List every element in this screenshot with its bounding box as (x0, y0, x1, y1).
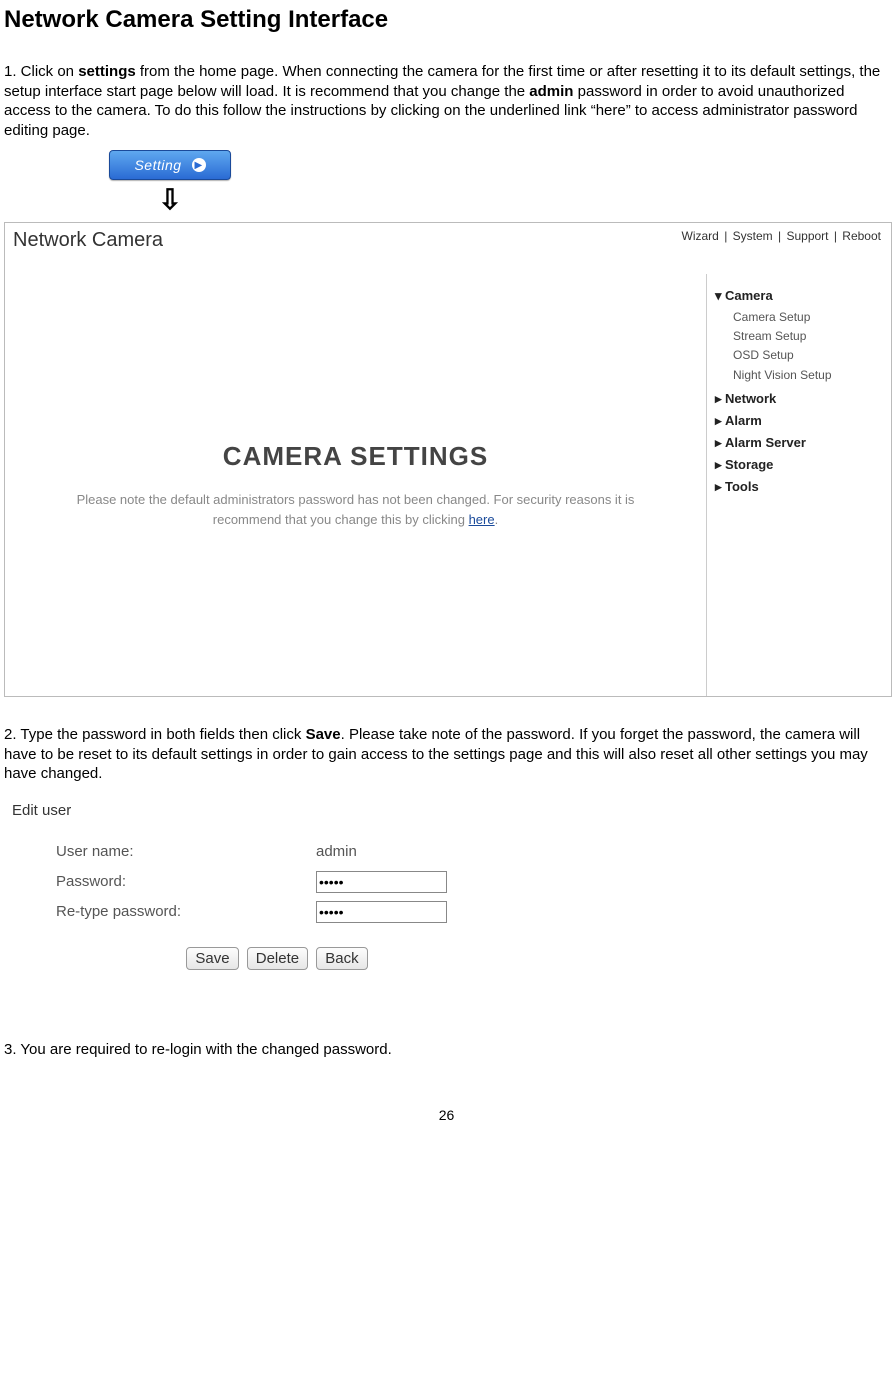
chevron-right-icon: ▸ (715, 457, 725, 473)
sidebar-item-night-vision-setup[interactable]: Night Vision Setup (733, 366, 885, 385)
chevron-right-icon: ▸ (715, 435, 725, 451)
panel-title: Network Camera (13, 229, 163, 252)
step-1-text: 1. Click on settings from the home page.… (4, 62, 889, 140)
step-3-text: 3. You are required to re-login with the… (4, 1040, 889, 1060)
chevron-right-icon: ▸ (715, 413, 725, 429)
password-input[interactable] (316, 871, 447, 893)
step-1-settings-word: settings (78, 63, 136, 80)
arrow-down-icon: ⇩ (106, 186, 234, 214)
sidebar-group-storage[interactable]: ▸Storage (715, 457, 885, 473)
delete-button[interactable]: Delete (247, 947, 308, 970)
edit-user-panel: Edit user User name: admin Password: Re-… (12, 802, 542, 970)
step-2-part-a: 2. Type the password in both fields then… (4, 726, 306, 743)
top-link-support[interactable]: Support (784, 229, 830, 243)
sidebar-group-tools[interactable]: ▸Tools (715, 479, 885, 495)
camera-settings-panel: Network Camera Wizard | System | Support… (4, 222, 892, 697)
retype-password-label: Re-type password: (12, 903, 316, 920)
sidebar-group-alarm[interactable]: ▸Alarm (715, 413, 885, 429)
sidebar-group-alarm-server[interactable]: ▸Alarm Server (715, 435, 885, 451)
sidebar-group-storage-label: Storage (725, 457, 773, 472)
save-button[interactable]: Save (186, 947, 238, 970)
sidebar-item-osd-setup[interactable]: OSD Setup (733, 346, 885, 365)
panel-sidebar: ▾Camera Camera Setup Stream Setup OSD Se… (707, 274, 891, 696)
sidebar-group-camera-label: Camera (725, 288, 773, 303)
panel-note-b: . (495, 512, 499, 527)
edit-user-title: Edit user (12, 802, 542, 819)
retype-password-input[interactable] (316, 901, 447, 923)
chevron-down-icon: ▾ (715, 288, 725, 304)
panel-main-heading: CAMERA SETTINGS (223, 441, 488, 472)
step-2-text: 2. Type the password in both fields then… (4, 725, 889, 784)
here-link[interactable]: here (469, 512, 495, 527)
step-1-part-a: 1. Click on (4, 63, 78, 80)
panel-note-a: Please note the default administrators p… (77, 492, 635, 527)
sidebar-item-camera-setup[interactable]: Camera Setup (733, 308, 885, 327)
page-title: Network Camera Setting Interface (4, 6, 889, 34)
sidebar-group-alarm-server-label: Alarm Server (725, 435, 806, 450)
panel-main: CAMERA SETTINGS Please note the default … (5, 274, 707, 696)
sidebar-group-network-label: Network (725, 391, 776, 406)
arrow-right-icon: ▶ (192, 158, 206, 172)
chevron-right-icon: ▸ (715, 391, 725, 407)
username-value: admin (316, 843, 357, 860)
chevron-right-icon: ▸ (715, 479, 725, 495)
sidebar-item-stream-setup[interactable]: Stream Setup (733, 327, 885, 346)
password-label: Password: (12, 873, 316, 890)
sidebar-group-tools-label: Tools (725, 479, 759, 494)
sidebar-group-network[interactable]: ▸Network (715, 391, 885, 407)
sidebar-group-camera[interactable]: ▾Camera (715, 288, 885, 304)
setting-button-label: Setting (134, 157, 181, 173)
step-2-save-word: Save (306, 726, 341, 743)
step-1-admin-word: admin (529, 83, 573, 100)
top-link-reboot[interactable]: Reboot (840, 229, 883, 243)
page-number: 26 (4, 1107, 889, 1123)
top-link-system[interactable]: System (731, 229, 775, 243)
username-label: User name: (12, 843, 316, 860)
panel-note: Please note the default administrators p… (5, 490, 706, 529)
setting-button[interactable]: Setting ▶ (109, 150, 231, 180)
back-button[interactable]: Back (316, 947, 367, 970)
sidebar-group-alarm-label: Alarm (725, 413, 762, 428)
setting-button-illustration: Setting ▶ ⇩ (106, 150, 234, 214)
panel-top-links: Wizard | System | Support | Reboot (680, 229, 883, 243)
top-link-wizard[interactable]: Wizard (680, 229, 721, 243)
